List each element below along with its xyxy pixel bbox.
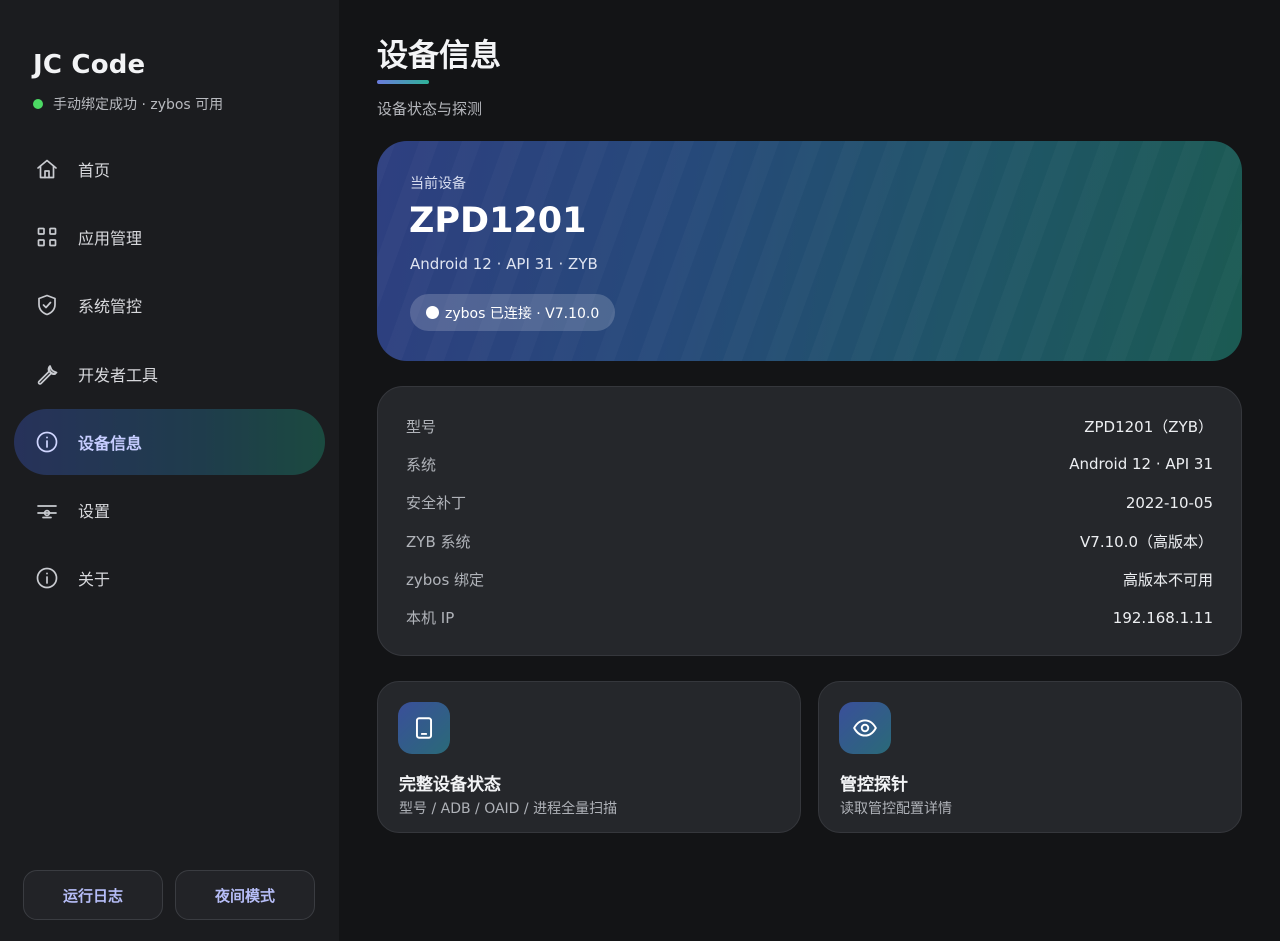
binding-status-text: 手动绑定成功 · zybos 可用 [53, 97, 224, 113]
connection-status-badge: zybos 已连接 · V7.10.0 [410, 294, 616, 331]
night-mode-button[interactable]: 夜间模式 [175, 870, 315, 920]
sidebar-item-settings[interactable]: 设置 [14, 477, 325, 543]
tablet-icon [398, 702, 450, 754]
info-row-security-patch: 安全补丁 2022-10-05 [406, 484, 1213, 522]
sidebar-item-label: 开发者工具 [78, 365, 159, 385]
title-underline [377, 80, 429, 84]
tile-title: 管控探针 [840, 775, 908, 795]
info-key: 系统 [406, 455, 437, 474]
tile-title: 完整设备状态 [399, 775, 501, 795]
control-probe-tile[interactable]: 管控探针 读取管控配置详情 [818, 681, 1242, 833]
sidebar-item-developer-tools[interactable]: 开发者工具 [14, 341, 325, 407]
connection-status-text: zybos 已连接 · V7.10.0 [445, 305, 600, 322]
shield-icon [34, 292, 60, 318]
sidebar-item-label: 设置 [78, 501, 111, 521]
info-key: 安全补丁 [406, 494, 467, 513]
tile-subtitle: 型号 / ADB / OAID / 进程全量扫描 [399, 801, 618, 817]
eye-icon [839, 702, 891, 754]
sliders-icon [34, 497, 60, 523]
info-key: zybos 绑定 [406, 570, 485, 589]
sidebar-item-label: 首页 [78, 161, 111, 180]
current-device-label: 当前设备 [410, 176, 466, 192]
info-icon [34, 565, 60, 591]
main-content: 设备信息 设备状态与探测 当前设备 ZPD1201 Android 12 · A… [339, 0, 1280, 941]
binding-status: 手动绑定成功 · zybos 可用 [33, 94, 223, 114]
wrench-icon [34, 361, 60, 387]
info-icon [34, 429, 60, 455]
info-key: ZYB 系统 [406, 532, 471, 551]
info-value: 高版本不可用 [1122, 570, 1213, 589]
sidebar-item-device-info[interactable]: 设备信息 [14, 408, 325, 475]
page-subtitle: 设备状态与探测 [377, 100, 483, 118]
sidebar-item-label: 设备信息 [78, 433, 143, 453]
info-row-system: 系统 Android 12 · API 31 [406, 445, 1213, 483]
info-value: ZPD1201（ZYB） [1084, 417, 1213, 436]
sidebar-item-label: 应用管理 [78, 229, 143, 249]
sidebar-item-about[interactable]: 关于 [14, 545, 325, 611]
page-title: 设备信息 [377, 38, 501, 74]
info-row-zybos-binding: zybos 绑定 高版本不可用 [406, 560, 1213, 598]
info-key: 型号 [406, 417, 437, 436]
sidebar-item-home[interactable]: 首页 [14, 136, 325, 202]
sidebar-nav: 首页 应用管理 系统管控 开发者工具 设备信息 设置 关于 [14, 136, 325, 613]
device-model: ZPD1201 [409, 201, 587, 241]
sidebar-item-label: 关于 [78, 570, 111, 590]
tile-subtitle: 读取管控配置详情 [840, 801, 952, 817]
info-value: 192.168.1.11 [1112, 608, 1213, 627]
home-icon [34, 156, 60, 182]
info-value: V7.10.0（高版本） [1080, 532, 1213, 551]
info-row-zyb-system: ZYB 系统 V7.10.0（高版本） [406, 522, 1213, 560]
grid-icon [34, 224, 60, 250]
status-dot-icon [33, 99, 43, 109]
info-row-model: 型号 ZPD1201（ZYB） [406, 407, 1213, 445]
full-device-status-tile[interactable]: 完整设备状态 型号 / ADB / OAID / 进程全量扫描 [377, 681, 801, 833]
app-brand: JC Code [33, 50, 146, 80]
sidebar-footer: 运行日志 夜间模式 [23, 870, 315, 920]
info-value: Android 12 · API 31 [1069, 455, 1213, 474]
sidebar: JC Code 手动绑定成功 · zybos 可用 首页 应用管理 系统管控 开… [0, 0, 339, 941]
sidebar-item-system-control[interactable]: 系统管控 [14, 272, 325, 338]
device-system: Android 12 · API 31 · ZYB [410, 255, 598, 273]
sidebar-item-label: 系统管控 [78, 297, 143, 317]
run-log-button[interactable]: 运行日志 [23, 870, 163, 920]
sidebar-item-app-management[interactable]: 应用管理 [14, 204, 325, 270]
info-row-local-ip: 本机 IP 192.168.1.11 [406, 598, 1213, 636]
current-device-card: 当前设备 ZPD1201 Android 12 · API 31 · ZYB z… [377, 141, 1242, 361]
device-details-card: 型号 ZPD1201（ZYB） 系统 Android 12 · API 31 安… [377, 386, 1242, 656]
connected-dot-icon [426, 306, 439, 319]
info-value: 2022-10-05 [1125, 493, 1213, 512]
info-key: 本机 IP [406, 609, 455, 628]
